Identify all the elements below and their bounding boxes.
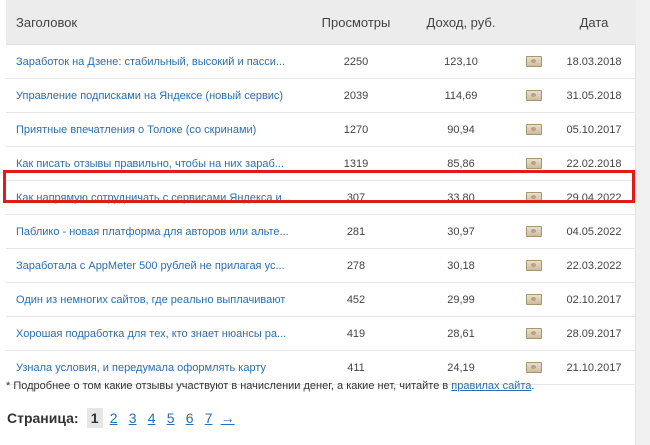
row-title-link[interactable]: Заработок на Дзене: стабильный, высокий …: [6, 44, 306, 79]
row-views: 307: [306, 180, 406, 215]
row-views: 278: [306, 248, 406, 283]
page-link-2[interactable]: 2: [106, 408, 122, 428]
row-title[interactable]: Один из немногих сайтов, где реально вып…: [16, 294, 285, 306]
row-date: 05.10.2017: [552, 112, 636, 147]
row-date: 22.03.2022: [552, 248, 636, 283]
row-income: 28,61: [406, 316, 516, 351]
row-title-link[interactable]: Паблико - новая платформа для авторов ил…: [6, 214, 306, 249]
header-title[interactable]: Заголовок: [6, 0, 306, 45]
page-link-4[interactable]: 4: [144, 408, 160, 428]
pagination-pages: 1 2 3 4 5 6 7 →: [86, 408, 239, 428]
row-title-link[interactable]: Как писать отзывы правильно, чтобы на ни…: [6, 146, 306, 181]
footnote: * Подробнее о том какие отзывы участвуют…: [6, 380, 534, 392]
row-views: 452: [306, 282, 406, 317]
row-title[interactable]: Как писать отзывы правильно, чтобы на ни…: [16, 158, 284, 170]
table-row: Хорошая подработка для тех, кто знает ню…: [6, 316, 636, 351]
row-date: 02.10.2017: [552, 282, 636, 317]
row-income: 33,80: [406, 180, 516, 215]
banknote-icon: [526, 226, 542, 238]
row-title[interactable]: Приятные впечатления о Толоке (со скрина…: [16, 124, 256, 136]
row-views: 419: [306, 316, 406, 351]
row-income-icon-cell: [516, 214, 552, 249]
row-views: 2250: [306, 44, 406, 79]
row-income: 30,97: [406, 214, 516, 249]
table-row: Приятные впечатления о Толоке (со скрина…: [6, 112, 636, 147]
row-income-icon-cell: [516, 146, 552, 181]
row-title[interactable]: Управление подписками на Яндексе (новый …: [16, 90, 283, 102]
row-date: 29.04.2022: [552, 180, 636, 215]
table-row: Заработок на Дзене: стабильный, высокий …: [6, 44, 636, 79]
row-date: 22.02.2018: [552, 146, 636, 181]
banknote-icon: [526, 192, 542, 204]
page-link-5[interactable]: 5: [163, 408, 179, 428]
banknote-icon: [526, 260, 542, 272]
row-income: 85,86: [406, 146, 516, 181]
row-income-icon-cell: [516, 282, 552, 317]
row-title[interactable]: Заработок на Дзене: стабильный, высокий …: [16, 56, 285, 68]
table-header-row: Заголовок Просмотры Доход, руб. Дата: [6, 0, 636, 45]
row-title[interactable]: Заработала с AppMeter 500 рублей не прил…: [16, 260, 285, 272]
pagination-label: Страница:: [7, 410, 79, 426]
reviews-table-container: Заголовок Просмотры Доход, руб. Дата Зар…: [6, 0, 636, 385]
row-income: 114,69: [406, 78, 516, 113]
table-row: Как напрямую сотрудничать с сервисами Ян…: [6, 180, 636, 215]
row-income: 90,94: [406, 112, 516, 147]
row-title[interactable]: Узнала условия, и передумала оформлять к…: [16, 362, 266, 374]
page-link-1[interactable]: 1: [86, 408, 103, 428]
row-date: 21.10.2017: [552, 350, 636, 385]
row-income: 123,10: [406, 44, 516, 79]
next-page-arrow-icon[interactable]: →: [220, 408, 236, 428]
site-rules-link[interactable]: правилах сайта: [451, 380, 531, 392]
scrollbar[interactable]: [635, 0, 650, 445]
table-row: Паблико - новая платформа для авторов ил…: [6, 214, 636, 249]
row-income: 30,18: [406, 248, 516, 283]
banknote-icon: [526, 294, 542, 306]
banknote-icon: [526, 56, 542, 68]
table-row: Один из немногих сайтов, где реально вып…: [6, 282, 636, 317]
row-income: 29,99: [406, 282, 516, 317]
row-income-icon-cell: [516, 112, 552, 147]
row-date: 04.05.2022: [552, 214, 636, 249]
header-views[interactable]: Просмотры: [306, 0, 406, 45]
header-date[interactable]: Дата: [552, 0, 636, 45]
row-views: 2039: [306, 78, 406, 113]
row-views: 281: [306, 214, 406, 249]
row-income-icon-cell: [516, 180, 552, 215]
footnote-suffix: .: [531, 380, 535, 392]
row-date: 31.05.2018: [552, 78, 636, 113]
row-income-icon-cell: [516, 78, 552, 113]
row-title-link[interactable]: Хорошая подработка для тех, кто знает ню…: [6, 316, 306, 351]
header-icon-spacer: [516, 0, 552, 45]
row-title-link[interactable]: Приятные впечатления о Толоке (со скрина…: [6, 112, 306, 147]
row-date: 18.03.2018: [552, 44, 636, 79]
banknote-icon: [526, 124, 542, 136]
row-title-link[interactable]: Как напрямую сотрудничать с сервисами Ян…: [6, 180, 306, 215]
row-title[interactable]: Как напрямую сотрудничать с сервисами Ян…: [16, 192, 291, 204]
banknote-icon: [526, 328, 542, 340]
row-income-icon-cell: [516, 316, 552, 351]
header-income[interactable]: Доход, руб.: [406, 0, 516, 45]
row-date: 28.09.2017: [552, 316, 636, 351]
row-title[interactable]: Хорошая подработка для тех, кто знает ню…: [16, 328, 286, 340]
row-title-link[interactable]: Управление подписками на Яндексе (новый …: [6, 78, 306, 113]
row-views: 1270: [306, 112, 406, 147]
row-income-icon-cell: [516, 44, 552, 79]
banknote-icon: [526, 90, 542, 102]
banknote-icon: [526, 362, 542, 374]
row-title-link[interactable]: Заработала с AppMeter 500 рублей не прил…: [6, 248, 306, 283]
row-views: 1319: [306, 146, 406, 181]
row-income-icon-cell: [516, 248, 552, 283]
footnote-text: * Подробнее о том какие отзывы участвуют…: [6, 380, 452, 392]
table-row: Управление подписками на Яндексе (новый …: [6, 78, 636, 113]
reviews-table: Заголовок Просмотры Доход, руб. Дата Зар…: [6, 0, 636, 385]
table-row: Как писать отзывы правильно, чтобы на ни…: [6, 146, 636, 181]
pagination: Страница: 1 2 3 4 5 6 7 →: [7, 408, 239, 428]
table-row: Заработала с AppMeter 500 рублей не прил…: [6, 248, 636, 283]
page-link-6[interactable]: 6: [182, 408, 198, 428]
page-link-3[interactable]: 3: [125, 408, 141, 428]
page-link-7[interactable]: 7: [201, 408, 217, 428]
row-title[interactable]: Паблико - новая платформа для авторов ил…: [16, 226, 289, 238]
row-title-link[interactable]: Один из немногих сайтов, где реально вып…: [6, 282, 306, 317]
banknote-icon: [526, 158, 542, 170]
